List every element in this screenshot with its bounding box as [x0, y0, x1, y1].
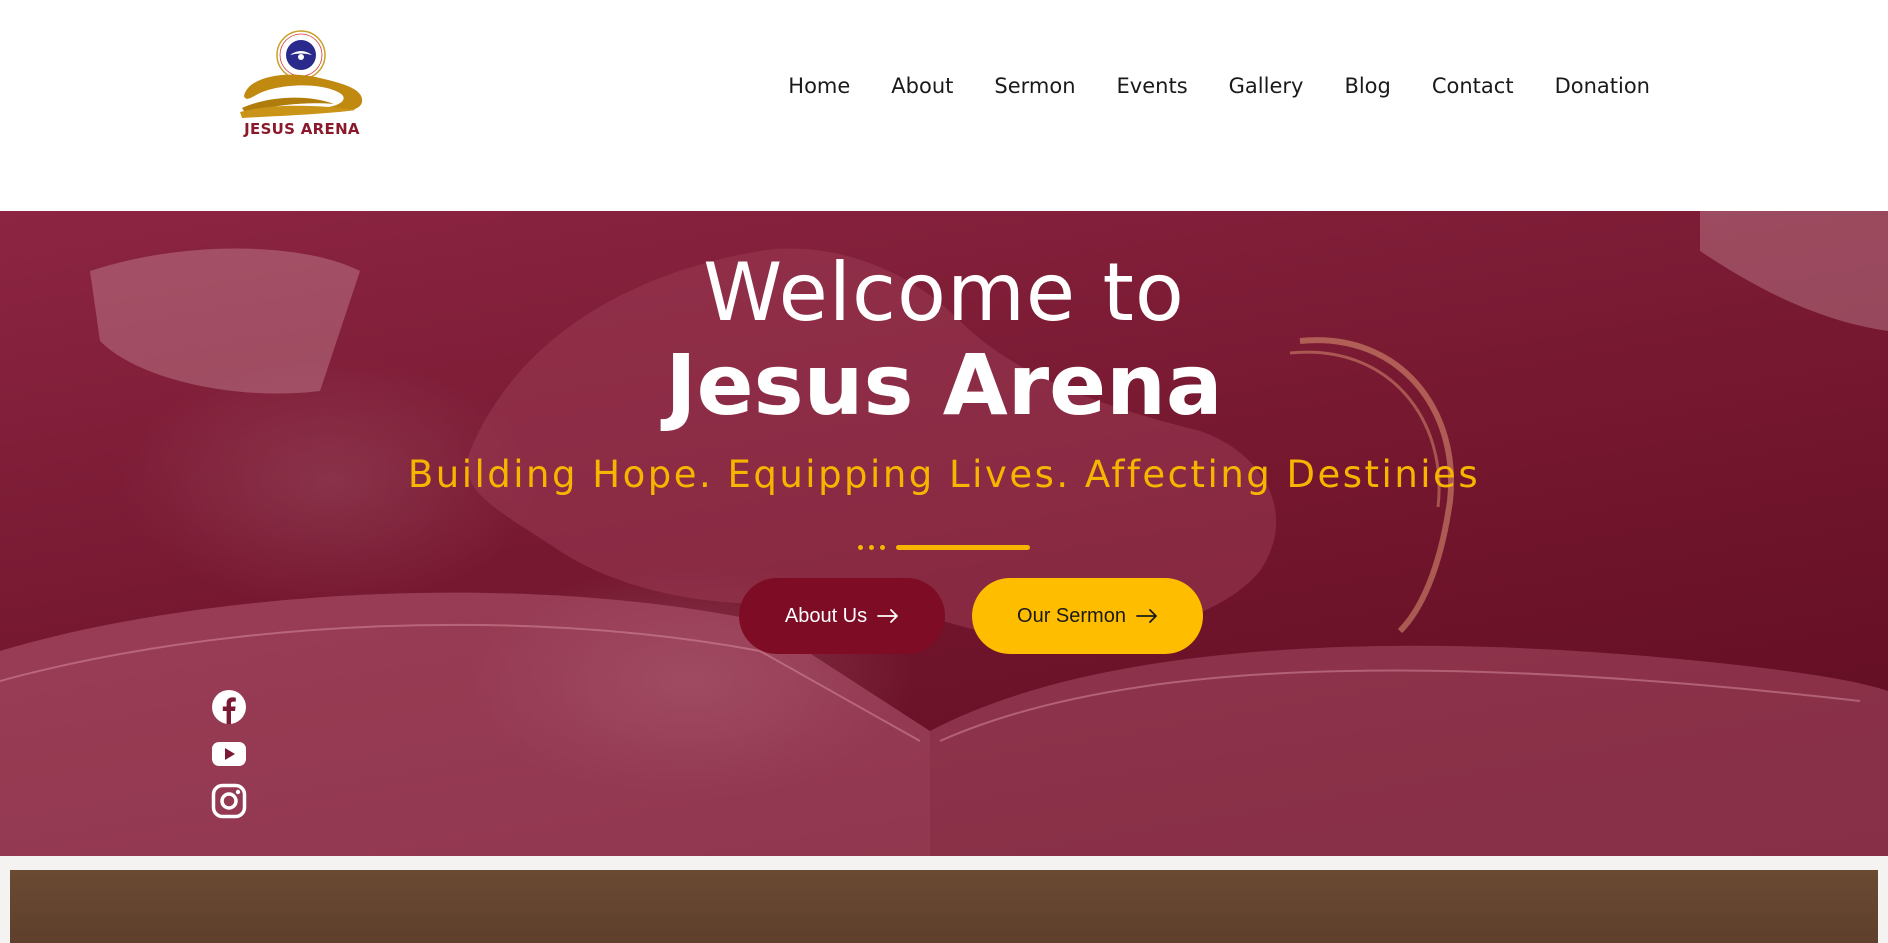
site-logo[interactable]: JESUS ARENA: [238, 28, 366, 140]
nav-donation[interactable]: Donation: [1555, 74, 1650, 98]
our-sermon-button-label: Our Sermon: [1017, 604, 1126, 627]
divider-bar: [896, 545, 1030, 550]
logo-swoosh-icon: [240, 74, 363, 118]
hero-tagline: Building Hope. Equipping Lives. Affectin…: [407, 453, 1481, 496]
hero-divider: [858, 544, 1030, 550]
divider-dot: [869, 545, 874, 550]
hero-banner: Welcome to Jesus Arena Building Hope. Eq…: [0, 211, 1888, 856]
hero-title-line1: Welcome to: [703, 246, 1185, 339]
nav-blog[interactable]: Blog: [1344, 74, 1390, 98]
main-nav: Home About Sermon Events Gallery Blog Co…: [788, 74, 1650, 98]
about-us-button-label: About Us: [784, 604, 868, 627]
logo-text: JESUS ARENA: [244, 120, 360, 138]
divider-dot: [858, 545, 863, 550]
nav-gallery[interactable]: Gallery: [1229, 74, 1304, 98]
our-sermon-button[interactable]: Our Sermon: [972, 578, 1203, 654]
nav-contact[interactable]: Contact: [1432, 74, 1514, 98]
next-section-image: [10, 870, 1878, 943]
arrow-right-icon: [877, 609, 899, 623]
site-header: JESUS ARENA Home About Sermon Events Gal…: [0, 0, 1888, 211]
divider-dot: [880, 545, 885, 550]
instagram-icon[interactable]: [211, 783, 247, 819]
nav-sermon[interactable]: Sermon: [994, 74, 1075, 98]
about-us-button[interactable]: About Us: [739, 578, 945, 654]
arrow-right-icon: [1136, 609, 1157, 623]
facebook-icon[interactable]: [211, 689, 247, 725]
youtube-icon[interactable]: [211, 736, 247, 772]
nav-home[interactable]: Home: [788, 74, 850, 98]
hero-title-line2: Jesus Arena: [665, 336, 1223, 434]
nav-about[interactable]: About: [891, 74, 953, 98]
nav-events[interactable]: Events: [1117, 74, 1188, 98]
